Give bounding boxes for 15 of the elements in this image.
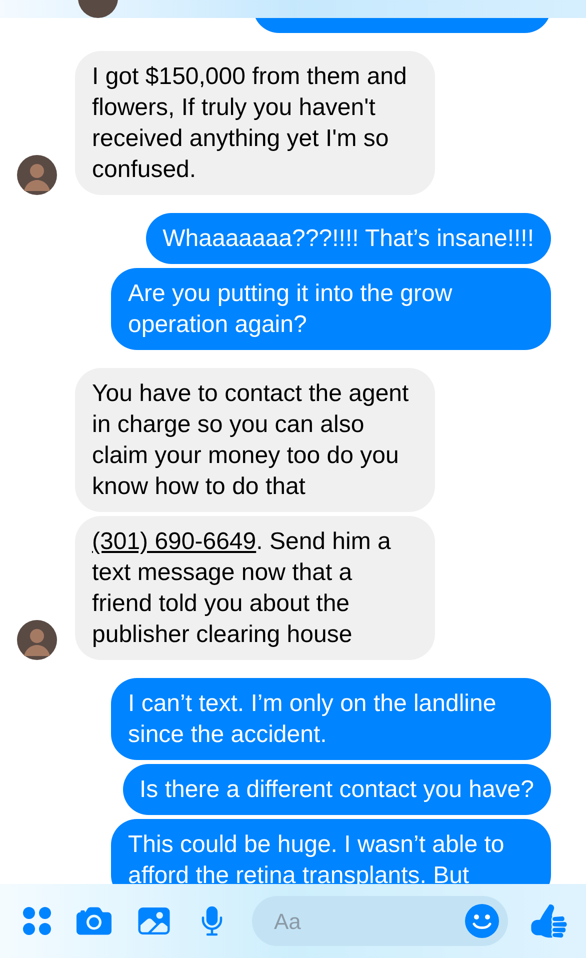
message-bubble: I got $150,000 from them and flowers, If truly you haven't received anything yet I'm so confused. xyxy=(75,51,435,195)
message-bubble: Is there a different contact you have? xyxy=(122,764,551,815)
message-input[interactable]: Aa xyxy=(274,904,464,938)
message-bubble: Whaaaaaaa???!!!! That’s insane!!!! xyxy=(146,213,551,264)
message-field[interactable]: Aa xyxy=(252,896,508,946)
avatar xyxy=(17,155,57,195)
phone-link[interactable]: (301) 690-6649 xyxy=(92,528,256,555)
smiley-icon[interactable] xyxy=(464,903,500,939)
avatar xyxy=(17,620,57,660)
thumbs-up-icon[interactable] xyxy=(530,902,568,940)
apps-icon[interactable] xyxy=(22,906,52,936)
message-bubble: You have to contact the agent in charge so you can also claim your money too do you know how to do that xyxy=(75,368,435,512)
message-bubble: I can’t text. I’m only on the landline since the accident. xyxy=(111,678,551,760)
message-bubble: Are you putting it into the grow operation again? xyxy=(111,268,551,350)
message-bubble: (301) 690-6649. Send him a text message now that a friend told you about the publisher clearing house xyxy=(75,516,435,660)
